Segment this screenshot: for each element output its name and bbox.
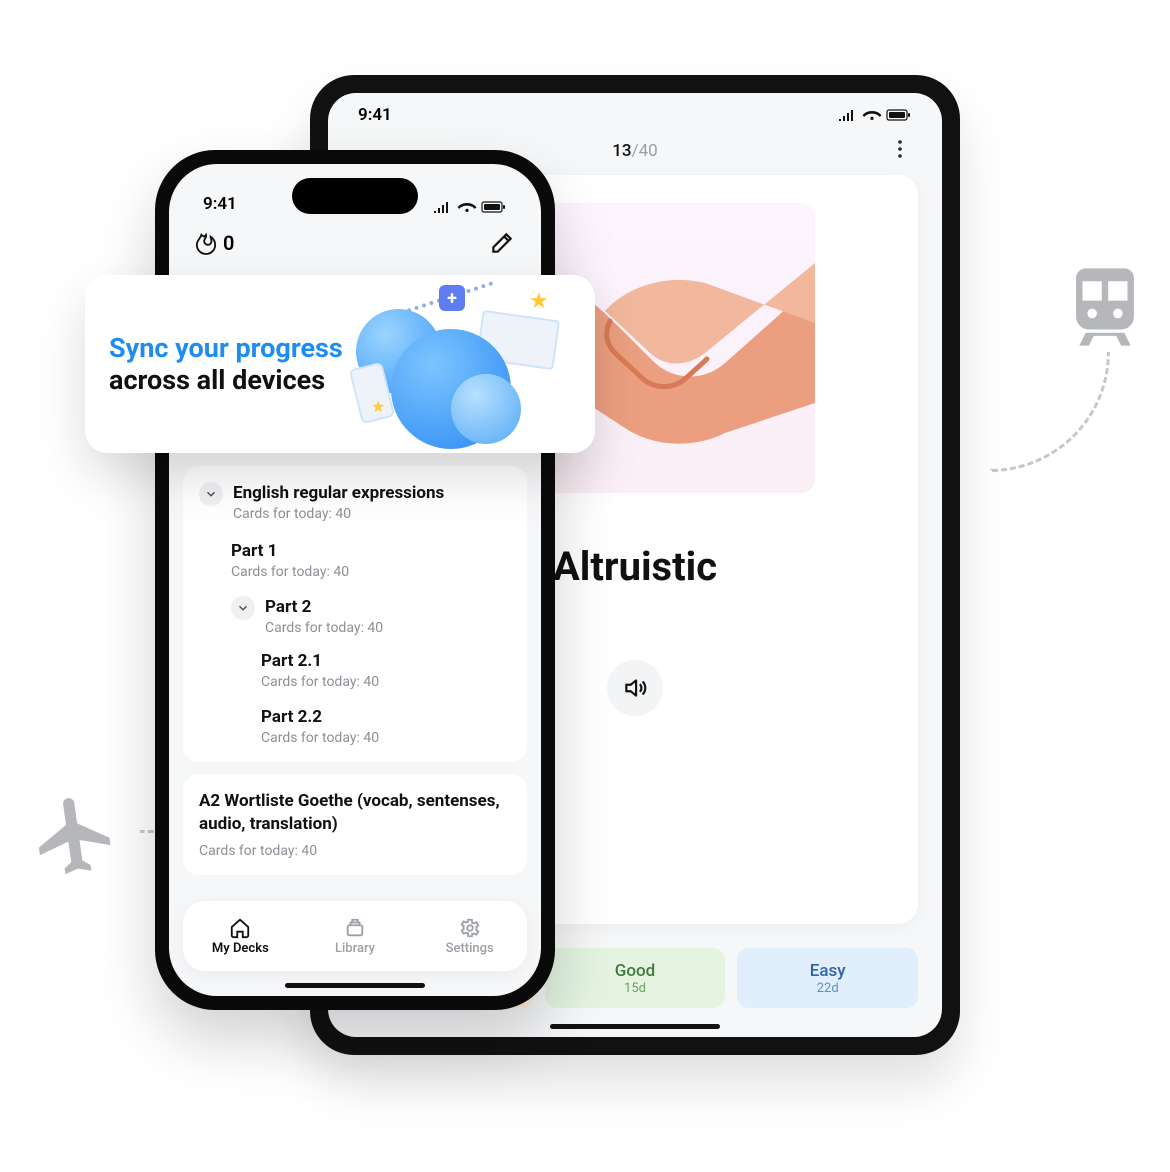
- sync-promo-card[interactable]: Sync your progress across all devices + …: [85, 275, 595, 453]
- answer-good-sub: 15d: [624, 981, 646, 996]
- fire-icon: [195, 231, 217, 255]
- expand-button[interactable]: [231, 596, 255, 620]
- status-icons: [838, 108, 912, 122]
- status-time: 9:41: [203, 194, 237, 214]
- tab-my-decks[interactable]: My Decks: [183, 901, 298, 971]
- phone-notch: [292, 178, 418, 214]
- status-icons: [433, 200, 507, 214]
- edit-button[interactable]: [489, 230, 515, 256]
- tab-settings[interactable]: Settings: [412, 901, 527, 971]
- gear-icon: [459, 917, 481, 939]
- deck-subtitle: Cards for today: 40: [233, 506, 511, 522]
- status-time: 9:41: [358, 105, 392, 125]
- home-indicator: [550, 1024, 720, 1029]
- answer-easy-button[interactable]: Easy 22d: [737, 948, 918, 1008]
- tab-label: My Decks: [212, 941, 269, 956]
- promo-title-line2: across all devices: [109, 364, 361, 396]
- plus-badge-icon: +: [439, 285, 465, 311]
- answer-easy-sub: 22d: [817, 981, 839, 996]
- audio-button[interactable]: [607, 660, 663, 716]
- airplane-icon: [2, 762, 149, 909]
- deck-subtitle: Cards for today: 40: [265, 620, 511, 636]
- tab-library[interactable]: Library: [298, 901, 413, 971]
- deck-card-english[interactable]: English regular expressions Cards for to…: [183, 466, 527, 762]
- card-counter-total: /40: [632, 141, 658, 161]
- subdeck-part21[interactable]: Part 2.1 Cards for today: 40: [261, 650, 511, 690]
- tablet-status-bar: 9:41: [328, 93, 942, 131]
- answer-good-button[interactable]: Good 15d: [545, 948, 726, 1008]
- deck-subtitle: Cards for today: 40: [261, 674, 511, 690]
- cloud-icon: [451, 374, 521, 444]
- chevron-down-icon: [204, 487, 218, 501]
- deck-title: Part 2.2: [261, 706, 511, 728]
- wifi-icon: [457, 200, 477, 214]
- battery-icon: [481, 200, 507, 214]
- home-icon: [229, 917, 251, 939]
- train-icon: [1065, 262, 1145, 352]
- library-icon: [344, 917, 366, 939]
- tab-label: Settings: [446, 941, 494, 956]
- signal-icon: [838, 108, 858, 122]
- tab-label: Library: [335, 941, 375, 956]
- subdeck-part1[interactable]: Part 1 Cards for today: 40: [231, 540, 511, 580]
- decorative-dotted-trail: [990, 352, 1110, 472]
- home-indicator: [285, 983, 425, 988]
- star-icon: ★: [371, 397, 385, 416]
- flashcard-word: Altruistic: [553, 543, 717, 590]
- speaker-icon: [622, 675, 648, 701]
- deck-title: English regular expressions: [233, 482, 511, 504]
- streak-value: 0: [223, 231, 234, 255]
- more-options-button[interactable]: [888, 137, 912, 161]
- promo-illustration: + ★ ★: [361, 289, 571, 439]
- star-icon: ★: [529, 289, 549, 314]
- wifi-icon: [862, 108, 882, 122]
- answer-good-label: Good: [615, 961, 655, 981]
- signal-icon: [433, 200, 453, 214]
- deck-subtitle: Cards for today: 40: [261, 730, 511, 746]
- subdeck-part22[interactable]: Part 2.2 Cards for today: 40: [261, 706, 511, 746]
- deck-title: Part 2.1: [261, 650, 511, 672]
- deck-title: A2 Wortliste Goethe (vocab, sentenses, a…: [199, 790, 511, 834]
- subdeck-part2[interactable]: Part 2 Cards for today: 40: [231, 596, 511, 636]
- promo-title-line1: Sync your progress: [109, 332, 361, 364]
- deck-subtitle: Cards for today: 40: [199, 843, 511, 859]
- more-vertical-icon: [888, 137, 912, 161]
- answer-easy-label: Easy: [810, 961, 846, 981]
- battery-icon: [886, 108, 912, 122]
- card-counter-current: 13: [612, 141, 631, 161]
- deck-subtitle: Cards for today: 40: [231, 564, 511, 580]
- streak-counter[interactable]: 0: [195, 231, 234, 255]
- tab-bar: My Decks Library Settings: [183, 901, 527, 971]
- phone-topbar: 0: [169, 220, 541, 264]
- card-counter: 13/40: [612, 141, 657, 161]
- deck-title: Part 1: [231, 540, 511, 562]
- pencil-icon: [489, 230, 515, 256]
- deck-card-goethe[interactable]: A2 Wortliste Goethe (vocab, sentenses, a…: [183, 774, 527, 874]
- deck-title: Part 2: [265, 596, 511, 618]
- expand-button[interactable]: [199, 482, 223, 506]
- chevron-down-icon: [236, 601, 250, 615]
